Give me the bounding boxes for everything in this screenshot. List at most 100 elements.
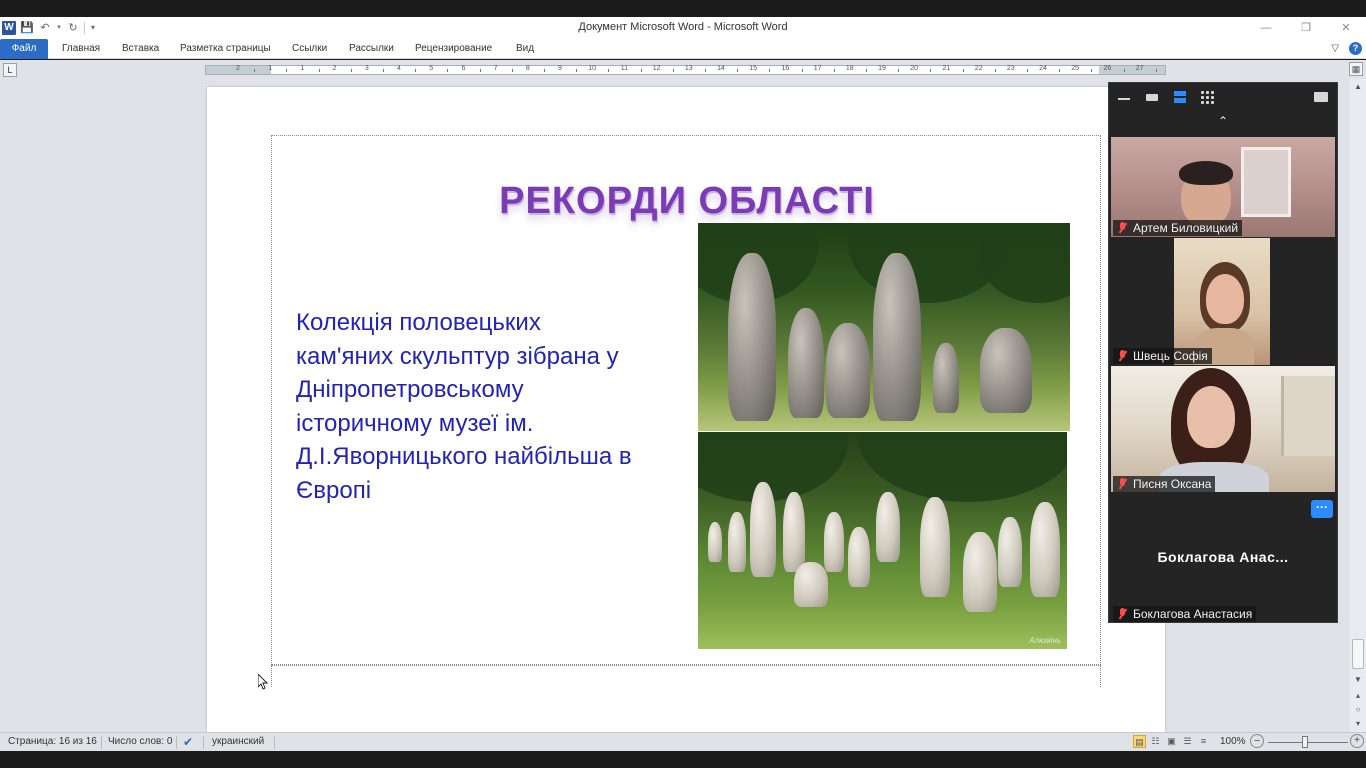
muted-mic-icon: [1117, 222, 1128, 234]
zoom-in-icon[interactable]: +: [1350, 734, 1364, 748]
ruler-label: 20: [910, 65, 919, 72]
minimize-icon[interactable]: —: [1246, 17, 1286, 39]
ruler-tick: [382, 69, 384, 72]
ruler-tick: [543, 69, 545, 72]
bottom-black-bar: [0, 751, 1366, 768]
ruler-tick: [769, 69, 771, 72]
ruler-label: 25: [1071, 65, 1080, 72]
ruler-tick: [704, 69, 706, 72]
close-icon[interactable]: ✕: [1326, 17, 1366, 39]
ruler-label: 13: [684, 65, 693, 72]
tab-references[interactable]: Ссылки: [292, 39, 327, 59]
participant-name: Швець Софія: [1133, 349, 1208, 363]
help-icon[interactable]: ?: [1349, 42, 1362, 55]
window-title: Документ Microsoft Word - Microsoft Word: [578, 21, 788, 33]
ruler-tick: [1026, 69, 1028, 72]
ruler-label: 2: [332, 65, 337, 72]
ruler-label: 24: [1039, 65, 1047, 72]
chevron-up-icon[interactable]: ⌃: [1215, 114, 1231, 128]
draft-view-icon[interactable]: ≡: [1197, 735, 1210, 748]
participant-name: Артем Биловицкий: [1133, 221, 1239, 235]
ruler-tick: [254, 69, 256, 72]
tab-view[interactable]: Вид: [516, 39, 534, 59]
full-screen-reading-icon[interactable]: ☷: [1149, 735, 1162, 748]
participant-tile[interactable]: Писня Оксана: [1111, 366, 1335, 493]
tab-insert[interactable]: Вставка: [122, 39, 159, 59]
tab-review[interactable]: Рецензирование: [415, 39, 492, 59]
muted-mic-icon: [1117, 478, 1128, 490]
browse-object-icon[interactable]: ○: [1350, 703, 1366, 717]
thumbnail-strip-icon[interactable]: [1172, 90, 1188, 104]
zoom-slider-track[interactable]: [1268, 742, 1348, 743]
stone-statues-photo-bottom: Алюмінь: [698, 432, 1067, 649]
restore-icon[interactable]: ❐: [1286, 17, 1326, 39]
page-count[interactable]: Страница: 16 из 16: [8, 736, 97, 747]
ruler-tick: [833, 69, 835, 72]
tab-file[interactable]: Файл: [0, 39, 48, 59]
ruler-tick: [318, 69, 320, 72]
status-divider: [101, 736, 102, 749]
slide-title: РЕКОРДИ ОБЛАСТІ: [499, 180, 875, 222]
exit-minimized-icon[interactable]: [1314, 90, 1330, 104]
document-page[interactable]: РЕКОРДИ ОБЛАСТІ Колекція половецьких кам…: [207, 87, 1165, 732]
word-count[interactable]: Число слов: 0: [108, 736, 172, 747]
horizontal-ruler[interactable]: 2 1 1 2 3 4 5 6 7 8 9 10 11 12 13 14 15 16 17 18 19 20 21 22 23 2…: [205, 65, 1166, 75]
ruler-tick: [576, 69, 578, 72]
slide-image-frame[interactable]: РЕКОРДИ ОБЛАСТІ Колекція половецьких кам…: [271, 135, 1101, 665]
scroll-up-icon[interactable]: ▲: [1350, 79, 1366, 95]
ruler-tick: [1059, 69, 1061, 72]
minimize-video-icon[interactable]: [1116, 90, 1132, 104]
zoom-level[interactable]: 100%: [1220, 736, 1246, 747]
scroll-down-icon[interactable]: ▼: [1350, 673, 1366, 687]
web-layout-icon[interactable]: ▣: [1165, 735, 1178, 748]
print-layout-icon[interactable]: ▤: [1133, 735, 1146, 748]
participant-tile[interactable]: Боклагова Анастасия: [1111, 495, 1335, 623]
ruler-label: 1: [300, 65, 305, 72]
view-buttons: ▤ ☷ ▣ ☰ ≡: [1133, 735, 1210, 748]
participant-name-tag: Артем Биловицкий: [1113, 220, 1243, 236]
ruler-tick: [286, 69, 288, 72]
window-controls: — ❐ ✕: [1246, 17, 1366, 39]
ruler-tick: [350, 69, 352, 72]
next-page-icon[interactable]: ▾: [1350, 717, 1366, 731]
ruler-tick: [608, 69, 610, 72]
participant-video: [1174, 238, 1270, 365]
outline-view-icon[interactable]: ☰: [1181, 735, 1194, 748]
tab-home[interactable]: Главная: [62, 39, 100, 59]
mouse-cursor-icon: [258, 674, 268, 690]
tab-stop-selector[interactable]: L: [3, 63, 17, 77]
ruler-label: 12: [652, 65, 661, 72]
participant-tile[interactable]: Артем Биловицкий: [1111, 137, 1335, 237]
tab-page-layout[interactable]: Разметка страницы: [180, 39, 271, 59]
muted-mic-icon: [1117, 608, 1128, 620]
video-panel-toolbar: [1109, 83, 1337, 111]
participant-name-tag: Писня Оксана: [1113, 476, 1216, 492]
ruler-tick: [1091, 69, 1093, 72]
ruler-tick: [672, 69, 674, 72]
ribbon-collapse-icon[interactable]: ▽: [1331, 43, 1339, 54]
slide-text-line: Колекція половецьких: [296, 309, 541, 336]
ruler-label: 14: [717, 65, 725, 72]
vertical-scrollbar[interactable]: ▲ ▼ ▴ ○ ▾: [1350, 79, 1366, 732]
view-ruler-icon[interactable]: ▦: [1349, 62, 1363, 76]
ruler-tick: [962, 69, 964, 72]
ruler-tick: [801, 69, 803, 72]
zoom-out-icon[interactable]: –: [1250, 734, 1264, 748]
ruler-tick: [640, 69, 642, 72]
tab-mailings[interactable]: Рассылки: [349, 39, 394, 59]
ruler-tick: [511, 69, 513, 72]
ruler-label: 6: [461, 65, 466, 72]
active-speaker-icon[interactable]: [1144, 90, 1160, 104]
gallery-view-icon[interactable]: [1200, 90, 1216, 104]
language-indicator[interactable]: украинский: [212, 736, 264, 747]
ruler-tick: [930, 69, 932, 72]
slide-text-line: Європі: [296, 476, 372, 504]
ruler-tick: [479, 69, 481, 72]
ruler-label: 23: [1006, 65, 1015, 72]
zoom-slider-thumb[interactable]: [1302, 736, 1308, 748]
participant-tile[interactable]: Швець Софія: [1111, 238, 1335, 365]
previous-page-icon[interactable]: ▴: [1350, 689, 1366, 703]
ruler-label: 19: [878, 65, 886, 72]
scroll-thumb[interactable]: [1352, 639, 1364, 669]
spellcheck-icon[interactable]: ✔: [183, 735, 193, 749]
